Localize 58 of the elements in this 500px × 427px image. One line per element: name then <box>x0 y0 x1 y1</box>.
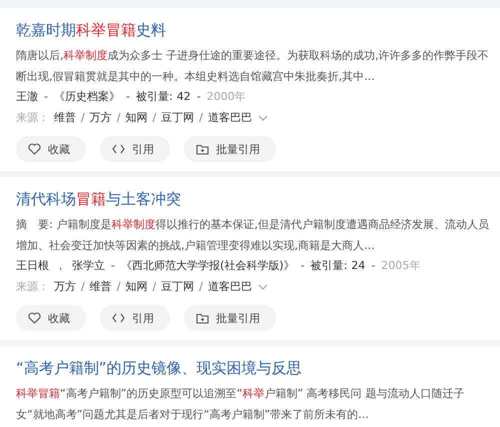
author-separator: ， <box>54 258 67 274</box>
separator-text: - <box>110 258 116 274</box>
result-title-link[interactable]: “高考户籍制”的历史镜像、现实困境与反思 <box>16 356 302 380</box>
batch-button[interactable]: 批量引用 <box>184 305 276 331</box>
author-link[interactable]: 王澈 <box>16 87 38 107</box>
source-label: 来源： <box>16 279 49 295</box>
source-link[interactable]: 万方 <box>54 276 76 297</box>
heart-icon <box>28 143 41 155</box>
favorite-button[interactable]: 收藏 <box>16 136 86 162</box>
source-link[interactable]: 道客巴巴 <box>208 107 252 128</box>
favorite-button[interactable]: 收藏 <box>16 305 86 331</box>
journal-link[interactable]: 《西北师范大学学报(社会科学版)》 <box>120 256 295 276</box>
abstract-text: 科举冒籍“高考户籍制”的历史原型可以追溯至“科举户籍制” 高考移民问 题与流动人口随迁子女“就地高考”问题尤其是后者对于现行“高考户籍制”带来了前所未有的... <box>16 386 466 423</box>
source-label: 来源： <box>16 110 49 126</box>
source-separator: / <box>81 110 85 126</box>
journal-link[interactable]: 《历史档案》 <box>54 87 120 107</box>
code-icon <box>112 144 125 154</box>
source-link[interactable]: 道客巴巴 <box>208 276 252 297</box>
year-text: 2005年 <box>381 258 420 274</box>
cite-button[interactable]: 引用 <box>100 305 170 331</box>
citation-label: 被引量: <box>310 258 348 274</box>
source-link[interactable]: 维普 <box>54 107 76 128</box>
batch-button[interactable]: 批量引用 <box>184 136 276 162</box>
result-title-link[interactable]: 乾嘉时期科举冒籍史料 <box>16 18 166 42</box>
chevron-down-icon[interactable] <box>258 114 268 120</box>
cite-button[interactable]: 引用 <box>100 136 170 162</box>
separator-text: - <box>300 258 306 274</box>
separator-text: - <box>196 89 202 105</box>
source-link[interactable]: 豆丁网 <box>161 276 194 297</box>
source-link[interactable]: 万方 <box>90 107 112 128</box>
code-icon <box>112 313 125 323</box>
source-link[interactable]: 维普 <box>90 276 112 297</box>
folder-icon <box>196 144 209 154</box>
source-separator: / <box>81 279 85 295</box>
source-separator: / <box>199 110 203 126</box>
source-separator: / <box>199 279 203 295</box>
folder-icon <box>196 312 209 324</box>
source-link[interactable]: 知网 <box>125 107 148 128</box>
year-text: 2000年 <box>206 89 246 105</box>
source-separator: / <box>152 279 156 295</box>
separator-text: - <box>43 89 49 105</box>
source-link[interactable]: 豆丁网 <box>161 107 194 128</box>
citation-count: 42 <box>176 89 191 105</box>
author-link[interactable]: 王日根 <box>16 256 49 276</box>
separator-text: - <box>124 89 131 105</box>
chevron-down-icon[interactable] <box>258 284 268 290</box>
source-separator: / <box>116 110 120 126</box>
source-separator: / <box>116 279 120 295</box>
author-link[interactable]: 张学立 <box>72 256 105 276</box>
heart-icon <box>28 312 41 324</box>
abstract-text: 摘 要: 户籍制度是科举制度得以推行的基本保证,但是清代户籍制度遭遇商品经济发展、流动人员增加、社会变迁加快等因素的挑战,户籍管理变得难以实现,商籍是大商人... <box>16 217 490 254</box>
source-separator: / <box>152 110 156 126</box>
source-link[interactable]: 知网 <box>125 276 148 297</box>
separator-text: - <box>370 258 376 274</box>
citation-count: 24 <box>351 258 366 274</box>
citation-label: 被引量: <box>136 89 173 105</box>
result-title-link[interactable]: 清代科场冒籍与土客冲突 <box>16 187 181 211</box>
abstract-text: 隋唐以后,科举制度成为众多士 子进身仕途的重要途径。为获取科场的成功,许许多多的作弊手段不断出现,假冒籍贯就是其中的一种。本组史料选自馆藏宫中朱批奏折,其中... <box>16 48 490 85</box>
